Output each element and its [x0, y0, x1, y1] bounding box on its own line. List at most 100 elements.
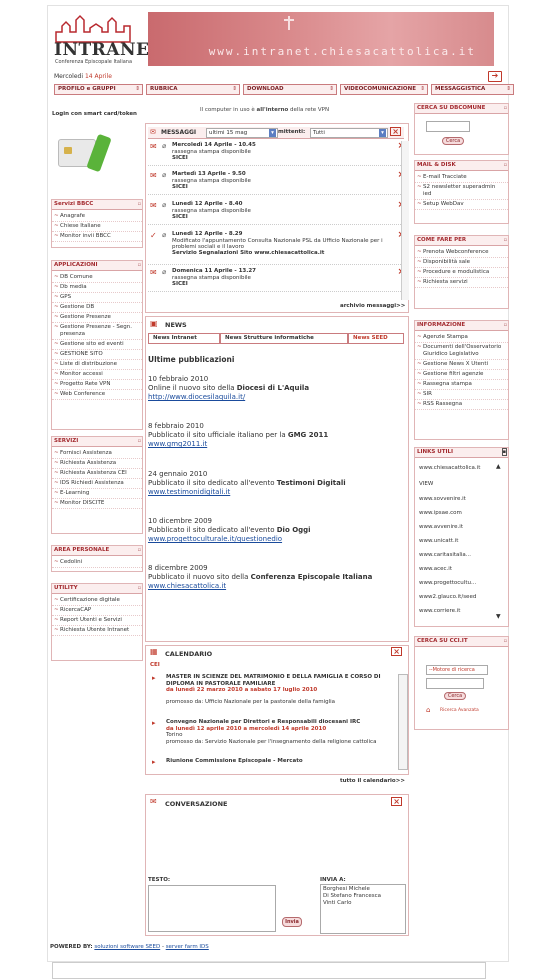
- menu-item-email-tracciate[interactable]: E-mail Tracciate: [415, 173, 508, 183]
- menu-item-db-comune[interactable]: DB Comune: [52, 273, 142, 283]
- calendar-event[interactable]: Convegno Nazionale per Direttori e Respo…: [166, 719, 394, 745]
- link-item[interactable]: www.sovvenire.it: [419, 496, 466, 502]
- menu-item-e-learning[interactable]: E-Learning: [52, 489, 142, 499]
- menu-item-anagrafe[interactable]: Anagrafe: [52, 212, 142, 222]
- menu-item-gestione-sito[interactable]: GESTIONE SITO: [52, 350, 142, 360]
- message-item[interactable]: ✉ ⌀ Lunedì 12 Aprile - 8.40 rassegna stam…: [148, 200, 405, 225]
- menu-item-progetto-rete-vpn[interactable]: Progetto Rete VPN: [52, 380, 142, 390]
- menu-item-richiesta-servizi[interactable]: Richiesta servizi: [415, 278, 508, 288]
- close-calendar-icon[interactable]: ×: [391, 647, 402, 656]
- menu-item-web-conference[interactable]: Web Conference: [52, 390, 142, 400]
- calendar-scrollbar[interactable]: [398, 674, 408, 770]
- tab-news-seed[interactable]: News SEED: [348, 333, 404, 344]
- menu-item-s2-newsletter[interactable]: S2 newsletter superadmin ied: [415, 183, 508, 200]
- menu-item-gestione-db[interactable]: Gestione DB: [52, 303, 142, 313]
- messages-scrollbar[interactable]: [401, 141, 409, 300]
- news-link[interactable]: www.progettoculturale.it/questionedio: [148, 535, 282, 543]
- menu-item-monitor-discite[interactable]: Monitor DISCITE: [52, 499, 142, 509]
- nav-profilo-gruppi[interactable]: PROFILO e GRUPPI ⇕: [54, 84, 143, 95]
- link-item[interactable]: www.ipsae.com: [419, 510, 462, 516]
- nav-messaggistica[interactable]: MESSAGGISTICA ⇕: [431, 84, 514, 95]
- menu-item-cedolini[interactable]: Cedolini: [52, 558, 142, 568]
- link-item[interactable]: www.corriere.it: [419, 608, 460, 614]
- nav-videocomunicazione[interactable]: VIDEOCOMUNICAZIONE ⇕: [340, 84, 428, 95]
- advanced-search-link[interactable]: Ricerca Avanzata: [440, 708, 479, 713]
- news-link[interactable]: http://www.diocesilaquila.it/: [148, 393, 245, 401]
- news-link[interactable]: www.gmg2011.it: [148, 440, 207, 448]
- menu-item-monitor-accessi[interactable]: Monitor accessi: [52, 370, 142, 380]
- logout-icon[interactable]: ➔: [488, 71, 502, 82]
- calendar-event[interactable]: Riunione Commissione Episcopale - Mercat…: [166, 758, 394, 764]
- dbcomune-search-input[interactable]: [426, 121, 470, 132]
- calendar-event[interactable]: MASTER IN SCIENZE DEL MATRIMONIO E DELLA…: [166, 674, 394, 705]
- intranet-logo[interactable]: INTRANET Conferenza Episcopale Italiana: [54, 14, 162, 65]
- menu-item-ids-richiedi-assistenza[interactable]: IDS Richiedi Assistenza: [52, 479, 142, 489]
- recipient-item[interactable]: Di Stefano Francesca: [323, 893, 403, 900]
- menu-item-documenti-osservatorio[interactable]: Documenti dell'Osservatorio Giuridico Le…: [415, 343, 508, 360]
- period-select[interactable]: ultimi 15 mag ▾: [206, 128, 278, 138]
- menu-item-sir[interactable]: SIR: [415, 390, 508, 400]
- seed-link[interactable]: soluzioni software SEED: [94, 944, 160, 950]
- menu-item-report-utenti[interactable]: Report Utenti e Servizi: [52, 616, 142, 626]
- menu-item-liste-distribuzione[interactable]: Liste di distribuzione: [52, 360, 142, 370]
- menu-item-gps[interactable]: GPS: [52, 293, 142, 303]
- menu-item-setup-webdav[interactable]: Setup WebDav: [415, 200, 508, 210]
- smartcard-image[interactable]: [56, 131, 126, 183]
- news-link[interactable]: www.chiesacattolica.it: [148, 582, 226, 590]
- nav-rubrica[interactable]: RUBRICA ⇕: [146, 84, 240, 95]
- link-item[interactable]: www.progettocultu...: [419, 580, 476, 586]
- scroll-down-icon[interactable]: ▼: [496, 613, 501, 620]
- send-button[interactable]: Invia: [282, 917, 302, 927]
- message-item[interactable]: ✉ ⌀ Martedì 13 Aprile - 9.50 rassegna sta…: [148, 170, 405, 195]
- scroll-up-icon[interactable]: ▲: [496, 463, 501, 470]
- menu-item-gestione-filtri[interactable]: Gestione filtri agenzie: [415, 370, 508, 380]
- menu-item-rassegna-stampa[interactable]: Rassegna stampa: [415, 380, 508, 390]
- menu-item-chiese-italiane[interactable]: Chiese Italiane: [52, 222, 142, 232]
- link-item[interactable]: www.chiesacattolica.it: [419, 465, 480, 471]
- menu-item-ricerca-cap[interactable]: RicercaCAP: [52, 606, 142, 616]
- link-item[interactable]: www.unicatt.it: [419, 538, 458, 544]
- recipient-item[interactable]: Vinti Carlo: [323, 900, 403, 907]
- menu-item-fornisci-assistenza[interactable]: Fornisci Assistenza: [52, 449, 142, 459]
- link-item[interactable]: www.acec.it: [419, 566, 452, 572]
- link-item[interactable]: VIEW: [419, 481, 433, 487]
- link-item[interactable]: www2.glauco.it/seed: [419, 594, 476, 600]
- cci-search-input[interactable]: [426, 678, 484, 689]
- chat-text-input[interactable]: [148, 885, 276, 932]
- message-item[interactable]: ✉ ⌀ Mercoledì 14 Aprile - 10.45 rassegna …: [148, 141, 405, 166]
- menu-item-rss-rassegna[interactable]: RSS Rassegna: [415, 400, 508, 410]
- menu-item-agenzie-stampa[interactable]: Agenzie Stampa: [415, 333, 508, 343]
- nav-download[interactable]: DOWNLOAD ⇕: [243, 84, 337, 95]
- all-calendar-link[interactable]: tutto il calendario>>: [340, 778, 405, 784]
- menu-item-certificazione-digitale[interactable]: Certificazione digitale: [52, 596, 142, 606]
- close-chat-icon[interactable]: ×: [391, 797, 402, 806]
- tab-news-strutture[interactable]: News Strutture informatiche: [220, 333, 348, 344]
- menu-item-procedure-modulistica[interactable]: Procedure e modulistica: [415, 268, 508, 278]
- ids-link[interactable]: server farm IDS: [166, 944, 209, 950]
- recipients-list[interactable]: Borghesi Michele Di Stefano Francesca Vi…: [320, 884, 406, 934]
- cci-search-button[interactable]: Cerca: [444, 692, 466, 700]
- menu-item-prenota-webconference[interactable]: Prenota Webconference: [415, 248, 508, 258]
- menu-item-db-media[interactable]: Db media: [52, 283, 142, 293]
- link-item[interactable]: www.caritasitalia...: [419, 552, 471, 558]
- dbcomune-search-button[interactable]: Cerca: [442, 137, 464, 145]
- menu-item-disponibilita-sale[interactable]: Disponibilità sale: [415, 258, 508, 268]
- recipient-item[interactable]: Borghesi Michele: [323, 886, 403, 893]
- tab-news-intranet[interactable]: News Intranet: [148, 333, 220, 344]
- menu-item-richiesta-assistenza-cei[interactable]: Richiesta Assistenza CEI: [52, 469, 142, 479]
- news-link[interactable]: www.testimonidigitali.it: [148, 488, 230, 496]
- message-item[interactable]: ✓ ⌀ Lunedì 12 Aprile - 8.29 Modificato l'…: [148, 230, 405, 265]
- search-engine-select[interactable]: --Motore di ricerca: [426, 665, 488, 675]
- menu-item-monitor-invii-bbcc[interactable]: Monitor invii BBCC: [52, 232, 142, 242]
- menu-item-gestione-news[interactable]: Gestione News X Utenti: [415, 360, 508, 370]
- menu-item-richiesta-assistenza[interactable]: Richiesta Assistenza: [52, 459, 142, 469]
- archive-messages-link[interactable]: archivio messaggi>>: [340, 303, 405, 309]
- menu-item-gestione-presenze[interactable]: Gestione Presenze: [52, 313, 142, 323]
- message-item[interactable]: ✉ ⌀ Domenica 11 Aprile - 13.27 rassegna s…: [148, 267, 405, 292]
- menu-item-gestione-sito-eventi[interactable]: Gestione sito ed eventi: [52, 340, 142, 350]
- link-item[interactable]: www.avvenire.it: [419, 524, 463, 530]
- close-messages-icon[interactable]: ×: [390, 127, 401, 136]
- menu-item-gestione-presenze-segn[interactable]: Gestione Presenze - Segn. presenza: [52, 323, 142, 340]
- menu-item-richiesta-utente-intranet[interactable]: Richiesta Utente Intranet: [52, 626, 142, 636]
- sender-select[interactable]: Tutti ▾: [310, 128, 388, 138]
